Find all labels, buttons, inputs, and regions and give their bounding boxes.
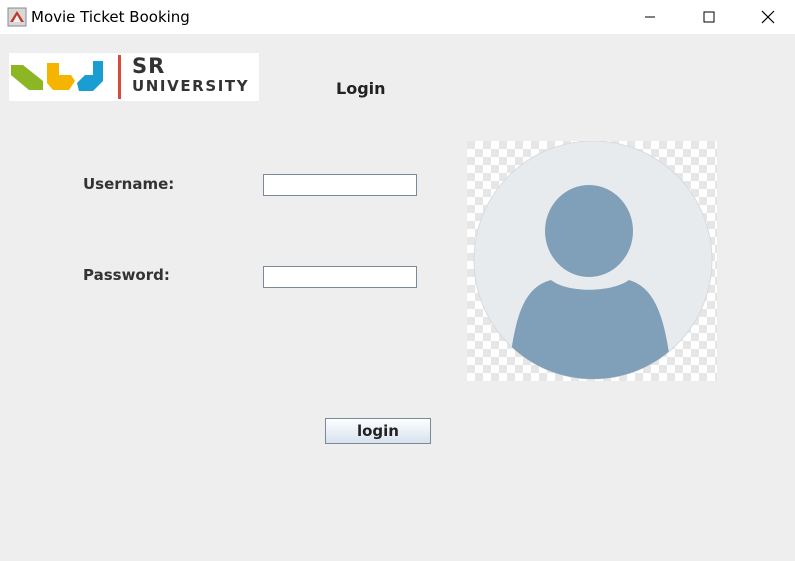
username-label: Username:: [83, 175, 175, 193]
username-input[interactable]: [263, 174, 417, 196]
password-label: Password:: [83, 266, 170, 284]
logo-text-university: UNIVERSITY: [132, 77, 250, 95]
password-input[interactable]: [263, 266, 417, 288]
logo-text-sr: SR: [132, 54, 166, 78]
java-app-icon: [7, 7, 27, 27]
sr-university-logo: SR UNIVERSITY: [9, 53, 259, 101]
close-icon: [761, 10, 775, 23]
maximize-button[interactable]: [686, 0, 732, 33]
user-avatar-icon: [467, 141, 717, 381]
login-panel: SR UNIVERSITY Login Username: Password: …: [0, 34, 795, 561]
close-button[interactable]: [745, 0, 791, 33]
window-title: Movie Ticket Booking: [31, 8, 190, 26]
minimize-icon: [645, 16, 655, 17]
login-heading: Login: [336, 79, 386, 98]
maximize-icon: [703, 11, 715, 22]
minimize-button[interactable]: [627, 0, 673, 33]
sr-logo-mark-icon: [11, 55, 121, 99]
login-button[interactable]: login: [325, 418, 431, 444]
title-bar: Movie Ticket Booking: [0, 0, 795, 34]
